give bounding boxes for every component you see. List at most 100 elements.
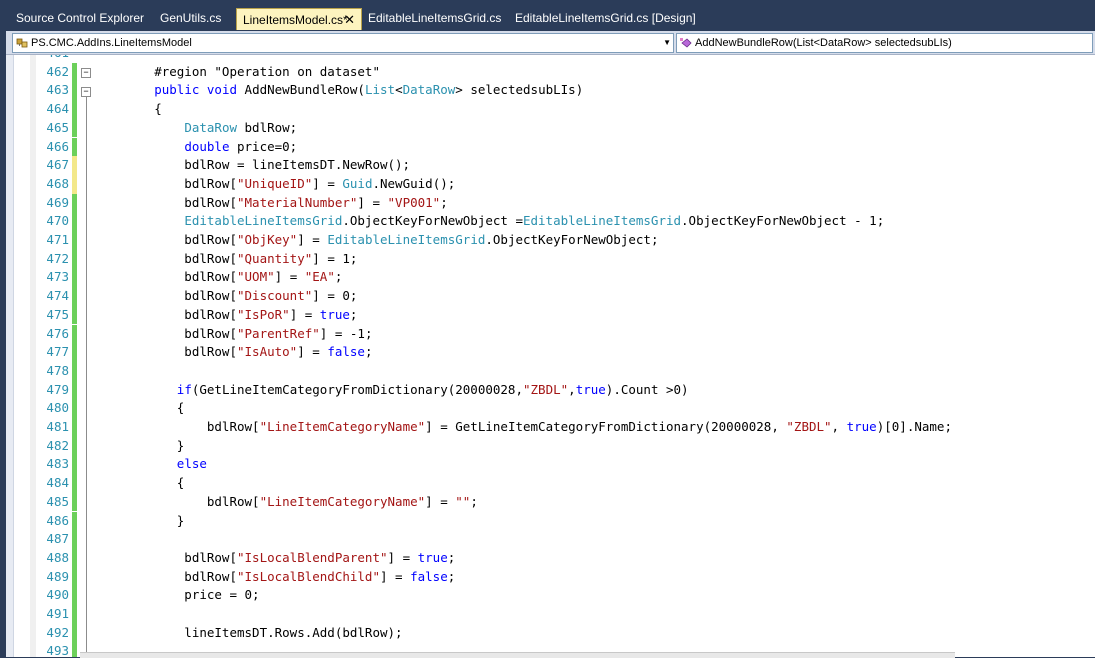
line-number: 489 bbox=[46, 568, 69, 584]
code-line[interactable]: 480 { bbox=[6, 399, 1095, 418]
change-marker bbox=[72, 100, 77, 119]
code-token: "IsAuto" bbox=[237, 344, 298, 360]
code-token: bdlRow[ bbox=[94, 325, 237, 341]
code-token: bdlRow[ bbox=[94, 288, 237, 304]
change-marker bbox=[72, 418, 77, 437]
change-marker bbox=[72, 156, 77, 175]
code-line[interactable]: 462 #region "Operation on dataset" bbox=[6, 62, 1095, 82]
tab-editablelineitemsgrid-design[interactable]: EditableLineItemsGrid.cs [Design] bbox=[515, 7, 696, 29]
close-icon[interactable]: ✕ bbox=[344, 9, 355, 31]
line-number: 469 bbox=[46, 194, 69, 210]
code-line[interactable]: 467 bdlRow = lineItemsDT.NewRow(); bbox=[6, 156, 1095, 175]
code-token: ; bbox=[364, 344, 373, 360]
code-token: false bbox=[410, 568, 448, 584]
code-line[interactable]: 461 bbox=[6, 55, 1095, 63]
line-number: 490 bbox=[46, 587, 69, 603]
change-marker bbox=[72, 62, 77, 82]
code-line[interactable]: 470 EditableLineItemsGrid.ObjectKeyForNe… bbox=[6, 212, 1095, 231]
chevron-down-icon: ▼ bbox=[663, 38, 671, 47]
code-line[interactable]: 487 bbox=[6, 530, 1095, 549]
code-token: true bbox=[846, 419, 877, 434]
tab-genutils[interactable]: GenUtils.cs bbox=[160, 7, 221, 29]
line-number: 479 bbox=[46, 381, 69, 397]
code-token: "VP001" bbox=[387, 194, 441, 210]
code-line[interactable]: 473 bdlRow["UOM"] = "EA"; bbox=[6, 268, 1095, 288]
code-token: bdlRow[ bbox=[94, 549, 237, 565]
type-dropdown[interactable]: PS.CMC.AddIns.LineItemsModel ▼ bbox=[12, 33, 674, 53]
tab-lineitemsmodel[interactable]: LineItemsModel.cs* ✕ bbox=[236, 8, 362, 30]
method-icon bbox=[680, 38, 692, 48]
code-line[interactable]: 481 bdlRow["LineItemCategoryName"] = Get… bbox=[6, 418, 1095, 437]
code-line[interactable]: 474 bdlRow["Discount"] = 0; bbox=[6, 287, 1095, 306]
collapse-method-icon[interactable]: − bbox=[81, 87, 91, 97]
line-number: 487 bbox=[46, 531, 69, 547]
code-token: ).Count >0) bbox=[605, 381, 689, 397]
code-token: bdlRow[ bbox=[94, 344, 237, 360]
code-token: } bbox=[94, 437, 185, 453]
code-text: { bbox=[94, 399, 185, 417]
code-line[interactable]: 475 bdlRow["IsPoR"] = true; bbox=[6, 305, 1095, 325]
code-token: DataRow bbox=[402, 82, 456, 98]
code-token: "LineItemCategoryName" bbox=[259, 419, 426, 434]
code-line[interactable]: 485 bdlRow["LineItemCategoryName"] = ""; bbox=[6, 492, 1095, 512]
code-token: { bbox=[94, 400, 185, 416]
code-line[interactable]: 479 if(GetLineItemCategoryFromDictionary… bbox=[6, 380, 1095, 400]
line-number: 473 bbox=[46, 269, 69, 285]
code-token: bdlRow[ bbox=[94, 232, 237, 247]
member-dropdown[interactable]: AddNewBundleRow(List<DataRow> selectedsu… bbox=[676, 33, 1093, 53]
code-token: List bbox=[364, 82, 396, 98]
change-marker bbox=[72, 380, 77, 400]
code-editor[interactable]: 461462 #region "Operation on dataset"463… bbox=[6, 55, 1095, 657]
code-token: "LineItemCategoryName" bbox=[259, 493, 426, 509]
tab-editablelineitemsgrid[interactable]: EditableLineItemsGrid.cs bbox=[368, 7, 501, 29]
code-line[interactable]: 490 price = 0; bbox=[6, 586, 1095, 605]
code-line[interactable]: 477 bdlRow["IsAuto"] = false; bbox=[6, 343, 1095, 362]
code-line[interactable]: 468 bdlRow["UniqueID"] = Guid.NewGuid(); bbox=[6, 174, 1095, 194]
code-line[interactable]: 464 { bbox=[6, 100, 1095, 119]
code-token: > selectedsubLIs) bbox=[455, 82, 584, 98]
code-line[interactable]: 466 double price=0; bbox=[6, 137, 1095, 157]
horizontal-scrollbar[interactable] bbox=[80, 652, 955, 658]
code-line[interactable]: 489 bdlRow["IsLocalBlendChild"] = false; bbox=[6, 567, 1095, 587]
code-token: "MaterialNumber" bbox=[237, 194, 358, 210]
code-line[interactable]: 476 bdlRow["ParentRef"] = -1; bbox=[6, 324, 1095, 344]
code-text: bdlRow["IsLocalBlendParent"] = true; bbox=[94, 549, 455, 567]
code-line[interactable]: 465 DataRow bdlRow; bbox=[6, 118, 1095, 138]
code-token: ] = bbox=[312, 175, 343, 191]
outline-guide bbox=[86, 97, 87, 657]
line-number: 475 bbox=[46, 306, 69, 322]
code-line[interactable]: 491 bbox=[6, 605, 1095, 624]
code-token: ] = bbox=[387, 549, 418, 565]
code-text: { bbox=[94, 474, 185, 492]
code-token: bdlRow; bbox=[237, 119, 298, 135]
code-text: bdlRow = lineItemsDT.NewRow(); bbox=[94, 156, 410, 174]
code-token: ] = bbox=[297, 344, 328, 360]
code-token: true bbox=[417, 549, 448, 565]
code-line[interactable]: 471 bdlRow["ObjKey"] = EditableLineItems… bbox=[6, 231, 1095, 250]
line-number: 462 bbox=[46, 63, 69, 79]
code-text: bdlRow["Discount"] = 0; bbox=[94, 287, 357, 305]
code-line[interactable]: 469 bdlRow["MaterialNumber"] = "VP001"; bbox=[6, 193, 1095, 213]
tab-source-control-explorer[interactable]: Source Control Explorer bbox=[16, 7, 144, 29]
change-marker bbox=[72, 605, 77, 624]
change-marker bbox=[72, 174, 77, 194]
code-line[interactable]: 472 bdlRow["Quantity"] = 1; bbox=[6, 249, 1095, 269]
code-line[interactable]: 482 } bbox=[6, 436, 1095, 456]
code-token: "ZBDL" bbox=[786, 419, 832, 434]
code-text: bdlRow["ParentRef"] = -1; bbox=[94, 325, 372, 343]
code-line[interactable]: 484 { bbox=[6, 474, 1095, 493]
code-line[interactable]: 463 public void AddNewBundleRow(List<Dat… bbox=[6, 81, 1095, 101]
code-line[interactable]: 483 else bbox=[6, 455, 1095, 475]
code-token: "IsLocalBlendChild" bbox=[237, 568, 380, 584]
code-line[interactable]: 486 } bbox=[6, 511, 1095, 531]
code-line[interactable]: 478 bbox=[6, 361, 1095, 381]
collapse-region-icon[interactable]: − bbox=[81, 68, 91, 78]
code-line[interactable]: 492 lineItemsDT.Rows.Add(bdlRow); bbox=[6, 623, 1095, 643]
code-line[interactable]: 488 bdlRow["IsLocalBlendParent"] = true; bbox=[6, 548, 1095, 568]
code-token: price = 0; bbox=[94, 587, 260, 603]
code-token: "UOM" bbox=[237, 269, 275, 285]
line-number: 484 bbox=[46, 475, 69, 491]
code-text: bdlRow["ObjKey"] = EditableLineItemsGrid… bbox=[94, 231, 658, 249]
